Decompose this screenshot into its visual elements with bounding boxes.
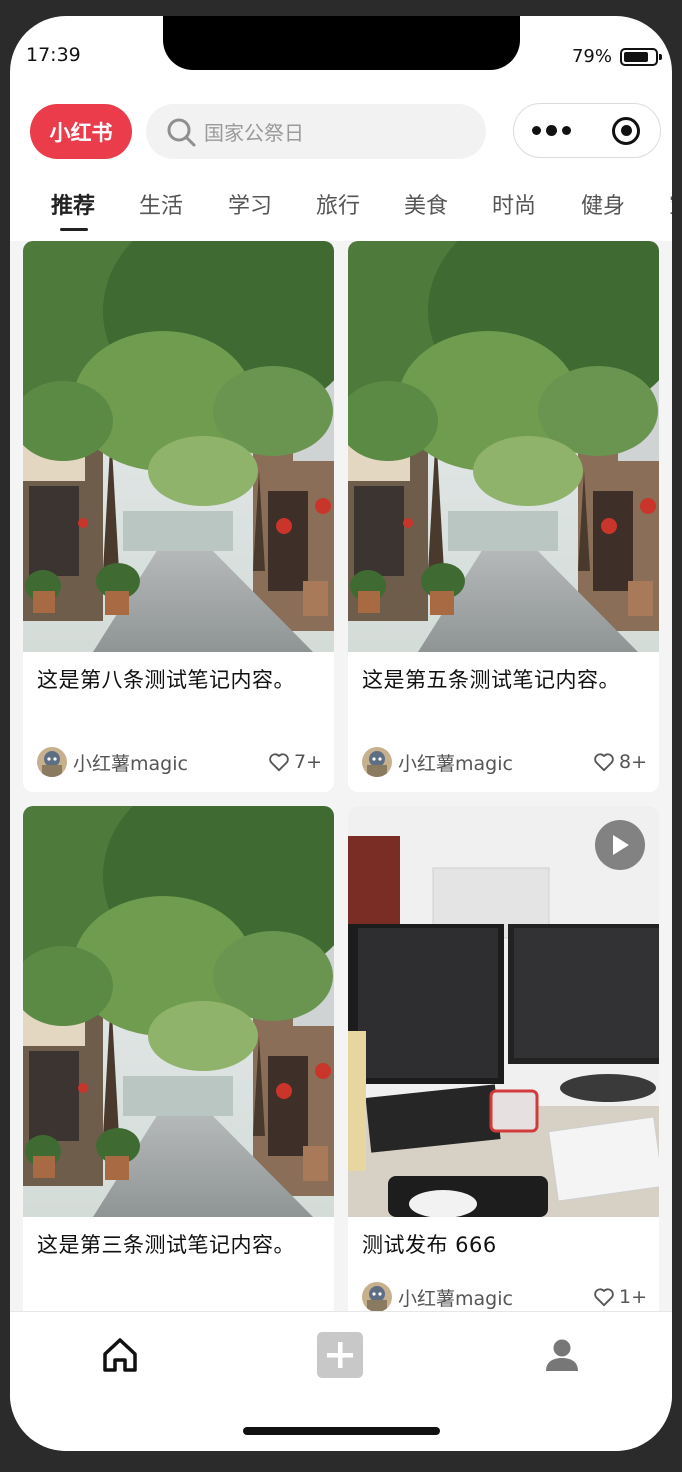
like-count: 7+ [293, 751, 322, 773]
tab-study[interactable]: 学习 [228, 188, 272, 220]
profile-icon[interactable] [539, 1332, 585, 1378]
like-count: 8+ [618, 751, 647, 773]
note-card[interactable]: 这是第三条测试笔记内容。 [23, 806, 334, 1311]
avatar [362, 747, 392, 777]
note-title: 这是第五条测试笔记内容。 [362, 668, 620, 692]
note-cover-image [348, 806, 659, 1217]
like-button[interactable]: 7+ [268, 751, 322, 773]
avatar [37, 747, 67, 777]
play-icon[interactable] [595, 820, 645, 870]
search-bar[interactable]: 国家公祭日 [146, 104, 486, 159]
tab-fitness[interactable]: 健身 [581, 188, 625, 220]
tab-fashion[interactable]: 时尚 [492, 188, 536, 220]
status-time: 17:39 [26, 44, 81, 66]
miniapp-capsule [513, 103, 661, 158]
home-indicator [243, 1427, 440, 1435]
search-icon [167, 118, 196, 146]
like-count: 1+ [618, 1286, 647, 1308]
tab-life[interactable]: 生活 [139, 188, 183, 220]
note-title: 这是第三条测试笔记内容。 [37, 1233, 295, 1257]
search-placeholder: 国家公祭日 [204, 121, 304, 145]
note-author[interactable]: 小红薯magic [362, 747, 513, 777]
author-name: 小红薯magic [398, 752, 513, 775]
home-icon[interactable] [97, 1332, 143, 1378]
more-dots-icon[interactable] [532, 125, 571, 136]
like-button[interactable]: 1+ [593, 1286, 647, 1308]
target-icon[interactable] [612, 116, 640, 145]
note-cover-image [23, 241, 334, 652]
top-bar: 小红书 国家公祭日 [10, 100, 672, 160]
note-card[interactable]: 这是第五条测试笔记内容。 小红薯magic 8+ [348, 241, 659, 792]
active-tab-indicator [60, 228, 88, 231]
note-meta: 小红薯magic 1+ [362, 1282, 647, 1311]
note-author[interactable]: 小红薯magic [37, 747, 188, 777]
app-logo[interactable]: 小红书 [30, 104, 132, 159]
note-author[interactable]: 小红薯magic [362, 1282, 513, 1311]
phone-screen: 17:39 79% 小红书 国家公祭日 推荐 生活 学习 旅行 美食 时尚 健身… [10, 16, 672, 1451]
note-cover-image [23, 806, 334, 1217]
note-title: 这是第八条测试笔记内容。 [37, 668, 295, 692]
note-cover-image [348, 241, 659, 652]
heart-icon [594, 1288, 614, 1307]
category-tabs: 推荐 生活 学习 旅行 美食 时尚 健身 穿搭 [10, 188, 672, 240]
heart-icon [594, 753, 614, 772]
author-name: 小红薯magic [398, 1287, 513, 1310]
add-icon[interactable] [317, 1332, 363, 1378]
note-card[interactable]: 测试发布 666 小红薯magic 1+ [348, 806, 659, 1311]
tab-outfit[interactable]: 穿搭 [669, 188, 672, 220]
battery-fill [624, 51, 648, 62]
notch [163, 16, 520, 70]
like-button[interactable]: 8+ [593, 751, 647, 773]
battery-percent: 79% [571, 46, 612, 67]
heart-icon [269, 753, 289, 772]
note-meta: 小红薯magic 7+ [37, 747, 322, 777]
tab-travel[interactable]: 旅行 [316, 188, 360, 220]
battery-icon [620, 47, 662, 66]
tab-food[interactable]: 美食 [404, 188, 448, 220]
note-meta: 小红薯magic 8+ [362, 747, 647, 777]
status-battery: 79% [571, 46, 662, 67]
avatar [362, 1282, 392, 1311]
feed: 这是第八条测试笔记内容。 小红薯magic 7+ 这是第五条测试笔记内容。 小红… [10, 241, 672, 1311]
note-card[interactable]: 这是第八条测试笔记内容。 小红薯magic 7+ [23, 241, 334, 792]
author-name: 小红薯magic [73, 752, 188, 775]
tab-recommend[interactable]: 推荐 [51, 188, 95, 220]
note-title: 测试发布 666 [362, 1233, 497, 1257]
